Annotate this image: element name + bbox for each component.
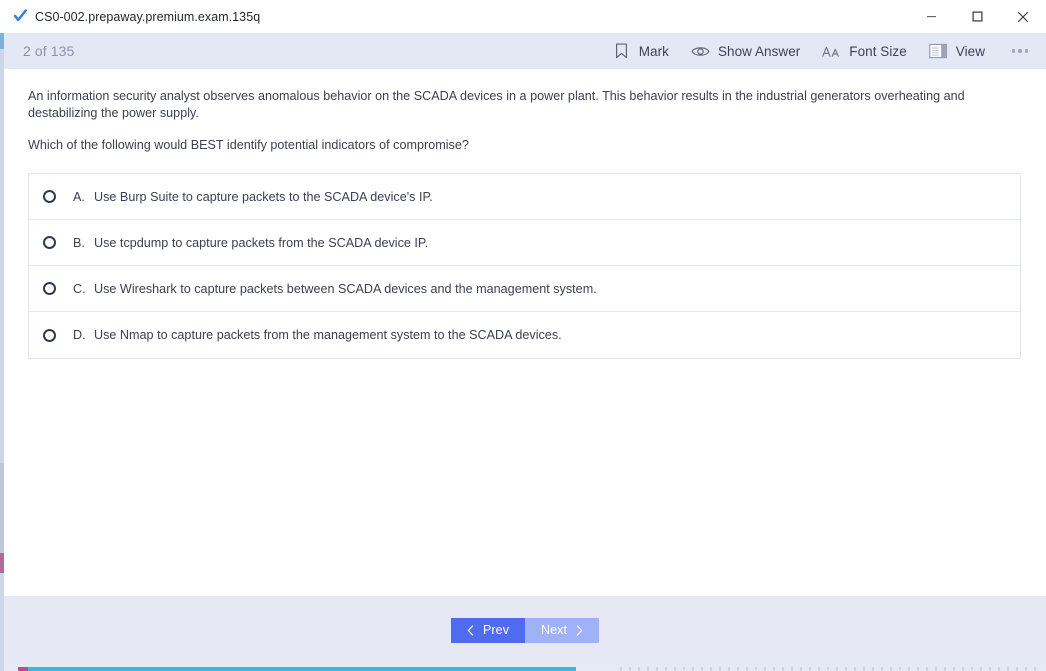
radio-button-c[interactable] — [43, 282, 56, 295]
answer-option-d[interactable]: D. Use Nmap to capture packets from the … — [29, 312, 1020, 358]
nav-button-group: Prev Next — [451, 617, 599, 643]
answer-option-b[interactable]: B. Use tcpdump to capture packets from t… — [29, 220, 1020, 266]
question-counter: 2 of 135 — [23, 43, 75, 59]
answer-text-c: Use Wireshark to capture packets between… — [94, 281, 597, 296]
toolbar: 2 of 135 Mark Show Answer Font Size View — [4, 33, 1046, 69]
chevron-right-icon — [576, 624, 583, 636]
window-title: CS0-002.prepaway.premium.exam.135q — [35, 9, 261, 24]
answer-letter-d: D. — [73, 328, 86, 342]
font-size-label: Font Size — [849, 43, 907, 59]
close-icon — [1017, 11, 1029, 22]
font-size-button[interactable]: Font Size — [811, 33, 917, 69]
background-taskbar-accent — [18, 667, 28, 671]
answer-text-d: Use Nmap to capture packets from the man… — [94, 328, 562, 342]
minimize-icon — [926, 16, 936, 18]
show-answer-label: Show Answer — [717, 43, 801, 59]
app-check-icon — [13, 9, 27, 22]
mark-button[interactable]: Mark — [601, 33, 680, 69]
background-taskbar-dots — [620, 667, 1040, 671]
radio-button-b[interactable] — [43, 236, 56, 249]
answer-text-b: Use tcpdump to capture packets from the … — [94, 235, 429, 250]
prev-label: Prev — [482, 623, 510, 637]
answer-options-list: A. Use Burp Suite to capture packets to … — [28, 173, 1021, 359]
mark-label: Mark — [638, 43, 669, 59]
eye-icon — [691, 42, 710, 61]
window-controls — [908, 0, 1046, 33]
question-stem: An information security analyst observes… — [28, 89, 965, 120]
next-label: Next — [540, 623, 568, 637]
maximize-button[interactable] — [954, 0, 1000, 33]
answer-option-c[interactable]: C. Use Wireshark to capture packets betw… — [29, 266, 1020, 312]
radio-button-a[interactable] — [43, 190, 56, 203]
prev-button[interactable]: Prev — [451, 617, 525, 643]
answer-text-a: Use Burp Suite to capture packets to the… — [94, 189, 433, 204]
show-answer-button[interactable]: Show Answer — [680, 33, 811, 69]
answer-letter-b: B. — [73, 235, 85, 250]
view-panel-icon — [929, 42, 948, 61]
more-options-button[interactable] — [1000, 33, 1040, 69]
font-size-icon — [822, 42, 841, 61]
answer-letter-a: A. — [73, 189, 85, 204]
radio-button-d[interactable] — [43, 328, 56, 342]
chevron-left-icon — [467, 624, 474, 636]
question-content: An information security analyst observes… — [4, 69, 1046, 596]
footer-navigation: Prev Next — [4, 596, 1046, 664]
maximize-icon — [971, 11, 983, 22]
view-button[interactable]: View — [918, 33, 996, 69]
next-button[interactable]: Next — [525, 617, 599, 643]
bookmark-icon — [612, 42, 631, 61]
answer-option-a[interactable]: A. Use Burp Suite to capture packets to … — [29, 174, 1020, 220]
view-label: View — [955, 43, 985, 59]
answer-letter-c: C. — [73, 281, 86, 296]
background-taskbar-bar — [24, 667, 576, 671]
exam-application-window: CS0-002.prepaway.premium.exam.135q 2 of … — [4, 0, 1046, 664]
title-bar: CS0-002.prepaway.premium.exam.135q — [4, 0, 1046, 33]
title-bar-left: CS0-002.prepaway.premium.exam.135q — [4, 9, 908, 24]
ellipsis-icon — [1011, 49, 1029, 53]
question-prompt: Which of the following would BEST identi… — [28, 138, 469, 152]
close-button[interactable] — [1000, 0, 1046, 33]
minimize-button[interactable] — [908, 0, 954, 33]
